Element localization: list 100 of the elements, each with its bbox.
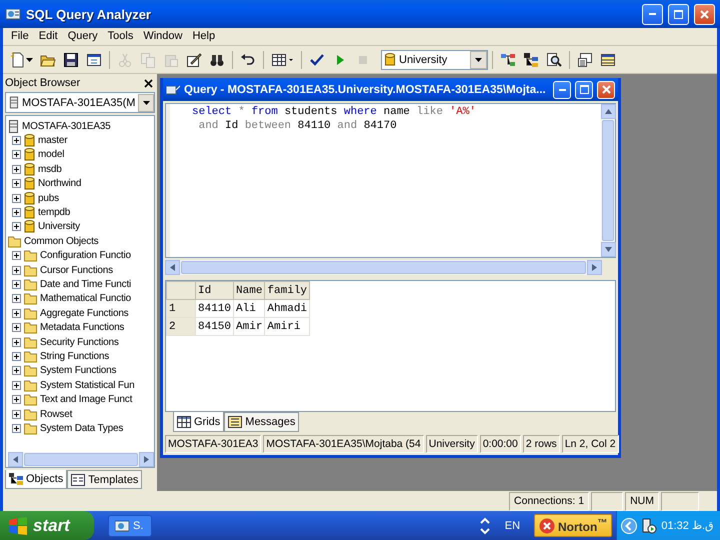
tree-item[interactable]: Date and Time Functi [40,278,132,290]
menu-item[interactable]: Edit [34,29,63,44]
expand-icon[interactable] [12,380,21,390]
tree-item[interactable]: System Data Types [40,422,124,434]
tree-item[interactable]: University [38,221,80,232]
diagram-icon[interactable] [500,52,516,68]
expand-icon[interactable] [12,266,21,275]
expand-icon[interactable] [12,424,21,433]
start-button[interactable]: start [0,511,94,540]
expand-icon[interactable] [12,366,21,376]
expand-icon[interactable] [12,395,21,404]
panel-title: Object Browser [5,76,80,88]
tree-item[interactable]: MOSTAFA-301EA35 [22,120,111,132]
tree-item[interactable]: Text and Image Funct [40,394,132,406]
properties-icon[interactable] [577,52,593,68]
tab[interactable]: Templates [67,470,142,489]
maximize-button[interactable] [668,4,689,24]
checkmark-icon[interactable] [309,52,325,68]
expand-icon[interactable] [12,251,21,260]
expand-icon[interactable] [12,136,21,146]
close-button[interactable] [694,4,715,24]
tree-item[interactable]: Common Objects [24,236,98,247]
expand-icon[interactable] [12,179,21,188]
tree-item[interactable]: Security Functions [40,336,119,348]
folder-icon [24,262,37,278]
status-pane [661,492,699,511]
expand-icon[interactable] [12,208,21,218]
menu-item[interactable]: Window [138,29,188,44]
tab[interactable]: Grids [173,412,224,432]
down-arrow-icon [605,247,612,252]
status-text: Ln 2, Col 2 [562,435,619,453]
tree-item[interactable]: Mathematical Functio [40,293,132,304]
code-line: select * from students where name like 'A%' [192,106,477,120]
tree-item[interactable]: master [38,135,68,146]
row-number: 2 [166,318,196,336]
new-document-icon[interactable] [10,52,26,68]
search-icon[interactable] [546,52,562,68]
status-text: MOSTAFA-301EA3 [165,435,262,453]
right-arrow-icon [592,264,597,271]
tree-item[interactable]: String Functions [40,350,110,362]
tab[interactable]: Messages [224,412,300,432]
language-indicator[interactable]: EN [504,520,520,532]
tree-item[interactable]: msdb [38,164,62,175]
column-header[interactable]: Name [234,282,265,300]
database-dropdown[interactable]: University [381,50,488,70]
expand-icon[interactable] [12,222,21,232]
horizontal-scrollbar[interactable] [8,452,154,467]
expand-icon[interactable] [12,338,21,347]
undo-arrow-icon[interactable] [240,52,256,68]
server-dropdown[interactable]: MOSTAFA-301EA35(M [5,92,155,113]
status-text: Connections: 1 [509,492,590,511]
grid-icon[interactable] [271,52,294,68]
window-icon[interactable] [86,52,102,68]
results-pane-icon[interactable] [600,52,616,68]
expand-icon[interactable] [12,410,21,418]
left-arrow-icon [13,456,18,463]
tree-item[interactable]: pubs [38,192,59,204]
taskbar-button[interactable]: S. [108,514,152,536]
expand-icon[interactable] [12,294,21,304]
horizontal-scrollbar[interactable] [165,260,602,275]
vertical-scrollbar[interactable] [601,104,615,257]
column-header[interactable]: family [264,282,310,300]
table-cell: Ahmadi [264,300,310,318]
expand-icon[interactable] [12,352,21,361]
minimize-icon [558,88,566,90]
expand-icon[interactable] [12,194,21,203]
column-header[interactable]: Id [196,282,234,300]
tree-item[interactable]: Rowset [40,408,72,420]
expand-icon[interactable] [12,308,21,318]
tree-icon[interactable] [523,52,539,68]
minimize-button[interactable] [553,80,571,98]
tree-item[interactable]: Northwind [38,178,82,190]
close-button[interactable] [597,80,615,98]
expand-icon[interactable] [12,150,21,160]
menu-item[interactable]: Help [187,29,220,44]
tree-item[interactable]: Aggregate Functions [40,308,128,319]
maximize-button[interactable] [575,80,593,98]
document-edit-icon[interactable] [186,52,202,68]
tree-item[interactable]: Metadata Functions [40,322,124,334]
tree-item[interactable]: System Statistical Fun [40,380,135,391]
minimize-button[interactable] [642,4,663,24]
menu-item[interactable]: Tools [102,29,138,44]
norton-button[interactable]: Norton$^{™}$ [534,514,612,537]
close-icon [602,85,610,94]
chevron-icon[interactable] [621,518,638,534]
server-icon [8,118,19,134]
expand-icon[interactable] [12,323,21,332]
menu-item[interactable]: Query [62,29,103,44]
tab[interactable]: Objects [5,470,68,489]
tree-item[interactable]: tempdb [38,207,70,218]
tree-item[interactable]: System Functions [40,365,116,376]
tree-item[interactable]: model [38,149,64,160]
menu-item[interactable]: File [6,29,34,44]
expand-icon[interactable] [12,280,21,289]
expand-icon[interactable] [12,164,21,174]
tree-item[interactable]: Configuration Functio [40,250,131,262]
table-cell: 84110 [196,300,234,318]
folder-icon [24,378,37,393]
close-icon[interactable] [144,78,152,88]
tree-item[interactable]: Cursor Functions [40,264,113,276]
